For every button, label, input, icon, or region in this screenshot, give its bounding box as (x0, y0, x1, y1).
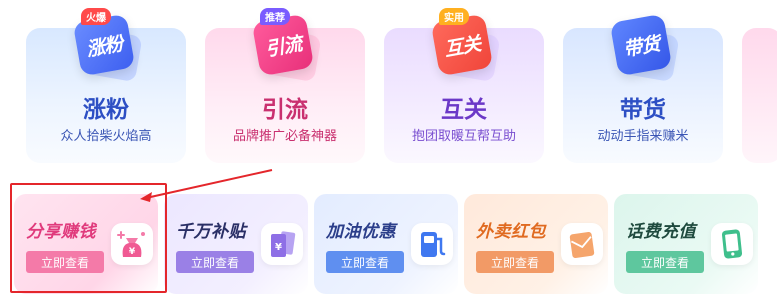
view-now-button[interactable]: 立即查看 (326, 251, 404, 273)
mutual-follow-tile-icon: 互关 实用 (429, 8, 501, 83)
highlight-box (10, 183, 167, 293)
growth-tile-icon: 涨粉 火爆 (71, 8, 143, 83)
service-card-title: 话费充值 (626, 222, 696, 242)
view-now-button[interactable]: 立即查看 (176, 251, 254, 273)
feature-card-title: 带货 (620, 97, 666, 123)
sales-tile-icon: 带货 (608, 10, 680, 83)
service-card-title: 千万补贴 (176, 222, 246, 242)
view-now-button[interactable]: 立即查看 (626, 251, 704, 273)
red-envelope-icon (561, 223, 603, 265)
feature-card-next-partial[interactable] (742, 28, 777, 163)
subsidy-cards-icon: ¥ (261, 223, 303, 265)
feature-card-title: 互关 (441, 97, 487, 123)
recommend-badge: 推荐 (260, 8, 290, 25)
service-card-phone-topup[interactable]: 话费充值 立即查看 (614, 194, 758, 294)
view-now-button[interactable]: 立即查看 (476, 251, 554, 273)
hot-badge: 火爆 (81, 8, 111, 25)
feature-card-huguan[interactable]: 互关 实用 互关 抱团取暖互帮互助 (384, 8, 544, 163)
service-card-subsidy[interactable]: 千万补贴 立即查看 ¥ (164, 194, 308, 294)
feature-card-title: 引流 (262, 97, 308, 123)
feature-card-yinliu[interactable]: 引流 推荐 引流 品牌推广必备神器 (205, 8, 365, 163)
feature-card-subtitle: 品牌推广必备神器 (232, 129, 337, 144)
practical-badge: 实用 (439, 8, 469, 25)
svg-text:¥: ¥ (275, 242, 282, 253)
feature-card-daihuo[interactable]: 带货 带货 动动手指来赚米 (563, 13, 723, 163)
feature-card-subtitle: 众人拾柴火焰高 (60, 129, 152, 144)
feature-card-zhangfen[interactable]: 涨粉 火爆 涨粉 众人拾柴火焰高 (26, 8, 186, 163)
service-card-fuel[interactable]: 加油优惠 立即查看 (314, 194, 458, 294)
feature-card-title: 涨粉 (83, 97, 129, 123)
fuel-pump-icon (411, 223, 453, 265)
feature-card-subtitle: 动动手指来赚米 (597, 129, 689, 144)
feature-card-subtitle: 抱团取暖互帮互助 (411, 129, 516, 144)
service-card-takeout[interactable]: 外卖红包 立即查看 (464, 194, 608, 294)
service-card-title: 加油优惠 (326, 222, 396, 242)
phone-icon (711, 223, 753, 265)
service-card-title: 外卖红包 (476, 222, 546, 242)
traffic-tile-icon: 引流 推荐 (250, 8, 322, 83)
